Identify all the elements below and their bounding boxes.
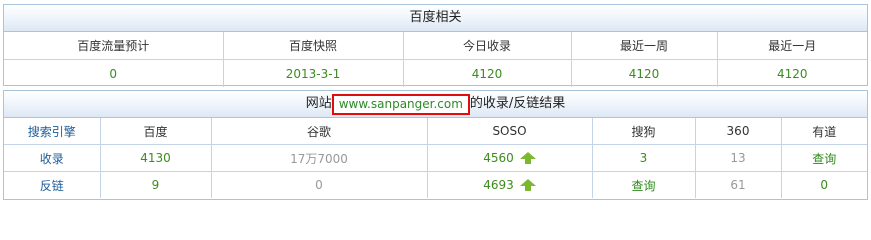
site-results-table: 搜索引擎 百度 谷歌 SOSO 搜狗 360 有道 收录 4130 17万700…: [4, 118, 867, 198]
index-row: 收录 4130 17万7000 4560 3 13 查询: [4, 144, 867, 172]
up-arrow-icon: [519, 152, 536, 164]
site-url-highlight[interactable]: www.sanpanger.com: [331, 94, 470, 115]
index-baidu-value: 4130: [100, 144, 212, 172]
backlink-youdao-value: 0: [820, 178, 829, 192]
site-title-suffix: 的收录/反链结果: [469, 96, 566, 111]
so360-column-header: 360: [695, 118, 782, 145]
baidu-value-row: 0 2013-3-1 4120 4120 4120: [4, 59, 867, 87]
index-youdao-query-link[interactable]: 查询: [781, 144, 867, 172]
soso-column-header: SOSO: [427, 118, 593, 145]
engine-column-header: 搜索引擎: [4, 118, 101, 145]
youdao-column-header: 有道: [781, 118, 867, 145]
baidu-column-header: 百度: [100, 118, 212, 145]
index-soso-value: 4560: [483, 151, 514, 165]
engine-header-row: 搜索引擎 百度 谷歌 SOSO 搜狗 360 有道: [4, 118, 867, 145]
baidu-month-header: 最近一月: [717, 32, 867, 60]
backlink-google-value: 0: [211, 171, 428, 198]
baidu-panel: 百度相关 百度流量预计 百度快照 今日收录 最近一周 最近一月 0 2013-3…: [3, 4, 868, 87]
index-sogou-value: 3: [592, 144, 696, 172]
baidu-today-header: 今日收录: [403, 32, 572, 60]
index-row-label: 收录: [4, 144, 101, 172]
baidu-week-header: 最近一周: [571, 32, 718, 60]
backlink-baidu-value: 9: [100, 171, 212, 198]
baidu-traffic-header: 百度流量预计: [4, 32, 224, 60]
google-column-header: 谷歌: [211, 118, 428, 145]
index-google-value: 17万7000: [211, 144, 428, 172]
baidu-week-value: 4120: [571, 59, 718, 87]
site-title-prefix: 网站: [305, 96, 332, 111]
baidu-header-row: 百度流量预计 百度快照 今日收录 最近一周 最近一月: [4, 32, 867, 60]
backlink-row: 反链 9 0 4693 查询 61 0: [4, 171, 867, 198]
baidu-stats-table: 百度流量预计 百度快照 今日收录 最近一周 最近一月 0 2013-3-1 41…: [4, 32, 867, 87]
baidu-snapshot-value: 2013-3-1: [223, 59, 404, 87]
baidu-traffic-value: 0: [4, 59, 224, 87]
index-soso-cell: 4560: [427, 144, 593, 172]
index-360-value: 13: [695, 144, 782, 172]
site-panel-title: 网站 www.sanpanger.com 的收录/反链结果: [4, 91, 867, 118]
baidu-today-value: 4120: [403, 59, 572, 87]
backlink-360-value: 61: [695, 171, 782, 198]
backlink-sogou-query-link[interactable]: 查询: [592, 171, 696, 198]
backlink-row-label: 反链: [4, 171, 101, 198]
backlink-soso-cell: 4693: [427, 171, 593, 198]
site-panel: 网站 www.sanpanger.com 的收录/反链结果 搜索引擎 百度 谷歌 S…: [3, 90, 868, 200]
baidu-month-value: 4120: [776, 66, 808, 81]
baidu-snapshot-header: 百度快照: [223, 32, 404, 60]
up-arrow-icon: [519, 179, 536, 191]
backlink-soso-value: 4693: [483, 178, 514, 192]
baidu-panel-title: 百度相关: [4, 5, 867, 32]
sogou-column-header: 搜狗: [592, 118, 696, 145]
